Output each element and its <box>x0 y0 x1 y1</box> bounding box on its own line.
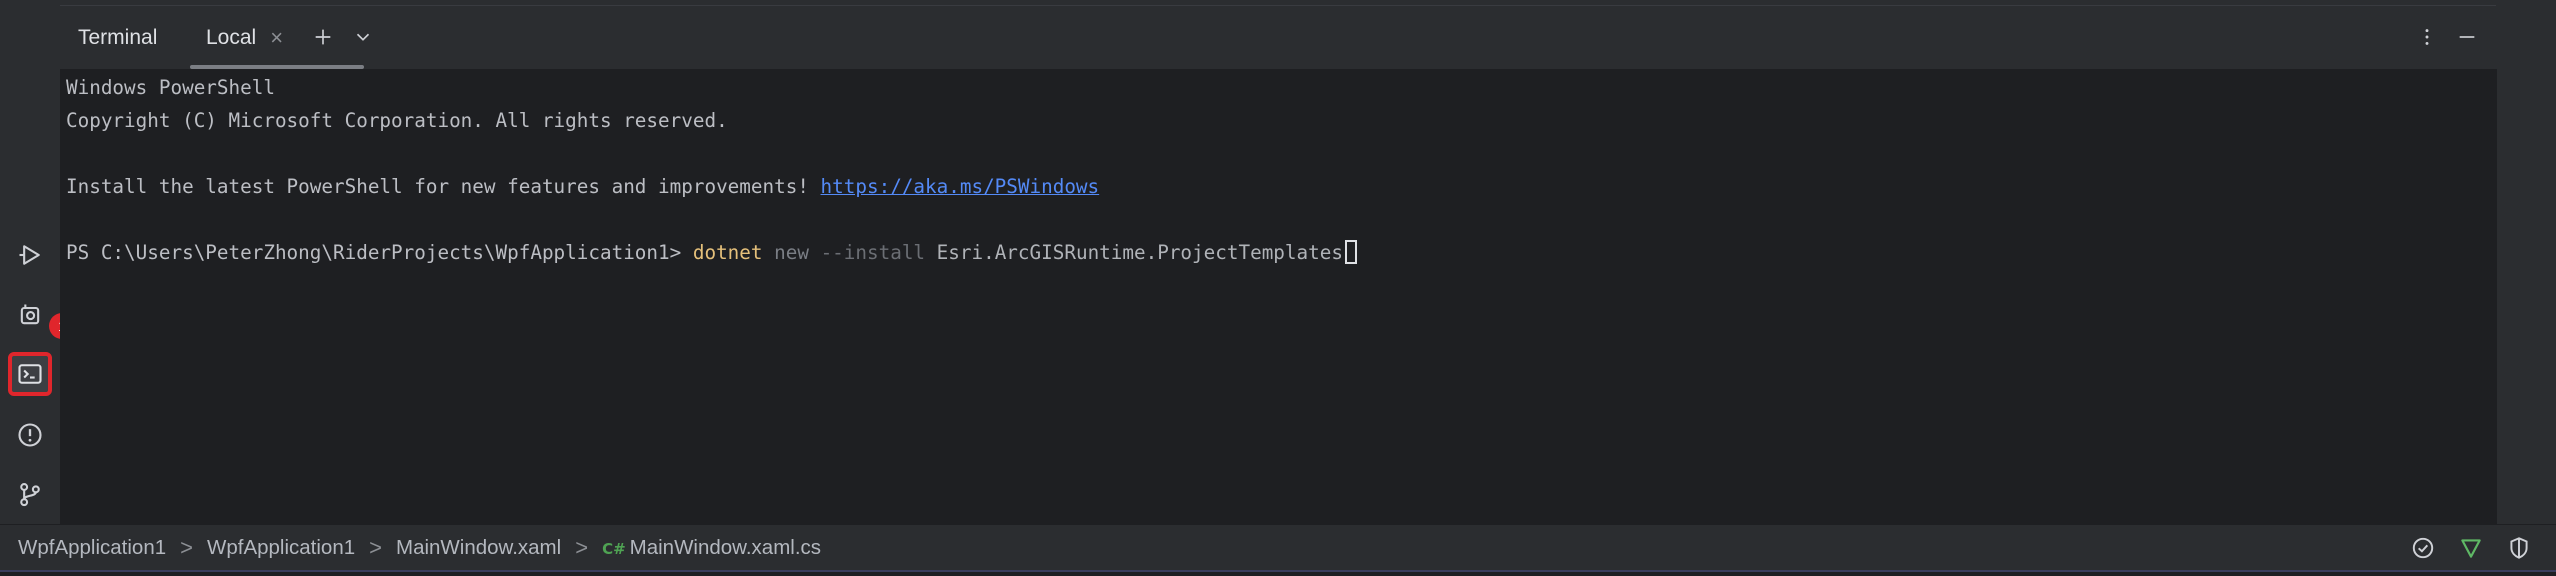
inspections-ok-button[interactable] <box>2409 534 2437 562</box>
new-tab-button[interactable] <box>306 20 340 54</box>
terminal-text: Install the latest PowerShell for new fe… <box>66 175 821 198</box>
breadcrumb-item[interactable]: WpfApplication1 <box>18 536 166 560</box>
terminal-line: Windows PowerShell <box>66 76 275 99</box>
command-flag: --install <box>820 241 926 264</box>
csharp-file-icon: C# <box>602 540 626 558</box>
command-package: Esri.ArcGISRuntime.ProjectTemplates <box>936 241 1343 264</box>
status-bar: WpfApplication1 > WpfApplication1 > Main… <box>0 524 2556 570</box>
hide-panel-button[interactable] <box>2450 20 2484 54</box>
terminal-tool-button[interactable] <box>8 352 52 396</box>
command-name: dotnet <box>692 241 763 264</box>
security-button[interactable] <box>2505 534 2533 562</box>
active-tab-indicator <box>190 65 364 69</box>
terminal-title: Terminal <box>78 26 158 49</box>
right-tool-stripe <box>2497 6 2556 524</box>
more-vertical-icon <box>2425 29 2429 45</box>
run-tool-button[interactable] <box>8 233 52 277</box>
terminal-line: Copyright (C) Microsoft Corporation. All… <box>66 109 728 132</box>
breadcrumb: WpfApplication1 > WpfApplication1 > Main… <box>18 525 821 571</box>
breadcrumb-separator: > <box>180 535 193 560</box>
breadcrumb-item[interactable]: MainWindow.xaml <box>396 536 561 560</box>
shield-icon <box>2510 537 2528 559</box>
breadcrumb-label: MainWindow.xaml.cs <box>629 536 822 559</box>
tab-local-label: Local <box>206 26 257 49</box>
tool-window-stripe: 1 <box>0 0 75 524</box>
terminal-icon <box>18 364 42 384</box>
chevron-down-icon <box>356 33 370 41</box>
git-tool-button[interactable] <box>8 472 52 516</box>
triangle-down-icon <box>2461 539 2481 558</box>
breadcrumb-separator: > <box>369 535 382 560</box>
tab-options-button[interactable] <box>346 20 380 54</box>
close-tab-icon[interactable]: × <box>270 27 283 49</box>
services-tool-button[interactable] <box>8 293 52 337</box>
terminal-panel: Terminal Local × Windows PowerShell Copy… <box>60 6 2497 524</box>
vcs-status-button[interactable] <box>2457 534 2485 562</box>
breadcrumb-item[interactable]: WpfApplication1 <box>207 536 355 560</box>
terminal-line: Install the latest PowerShell for new fe… <box>66 171 1099 203</box>
text-cursor <box>1344 240 1357 264</box>
breadcrumb-separator: > <box>575 535 589 560</box>
problems-icon <box>18 423 42 447</box>
bottom-edge <box>0 570 2556 576</box>
plus-icon <box>315 29 331 45</box>
minimize-icon <box>2459 36 2475 38</box>
check-circle-icon <box>2412 537 2434 559</box>
services-icon <box>20 304 40 325</box>
git-icon <box>20 483 40 507</box>
terminal-prompt-line[interactable]: PS C:\Users\PeterZhong\RiderProjects\Wpf… <box>66 237 1357 269</box>
terminal-output[interactable]: Windows PowerShell Copyright (C) Microso… <box>66 72 2497 524</box>
terminal-header: Terminal Local × <box>60 6 2497 70</box>
more-options-button[interactable] <box>2410 20 2444 54</box>
command-arg: new <box>774 241 809 264</box>
breadcrumb-item-current[interactable]: C# MainWindow.xaml.cs <box>602 536 821 560</box>
powershell-link[interactable]: https://aka.ms/PSWindows <box>821 175 1100 198</box>
problems-tool-button[interactable] <box>8 413 52 457</box>
tab-local[interactable]: Local × <box>190 6 295 70</box>
run-icon <box>19 245 40 265</box>
prompt-path: PS C:\Users\PeterZhong\RiderProjects\Wpf… <box>66 241 693 264</box>
